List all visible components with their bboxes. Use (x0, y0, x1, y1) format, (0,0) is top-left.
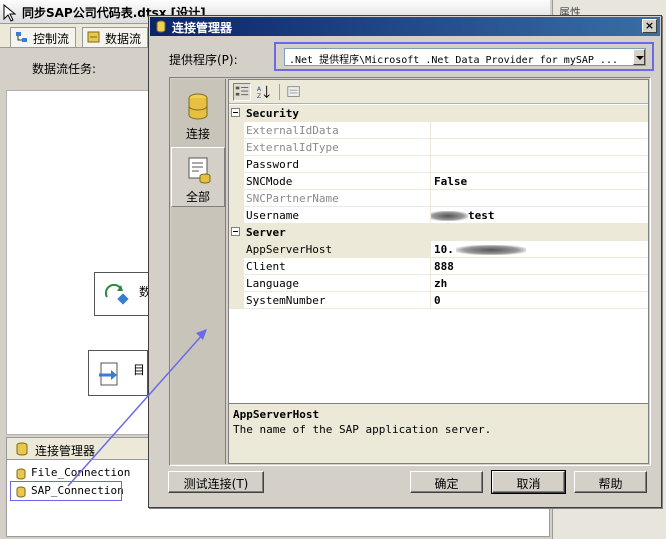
connection-item-file[interactable]: File_Connection (13, 466, 130, 482)
ok-button[interactable]: 确定 (410, 471, 483, 493)
cursor-icon (3, 4, 17, 22)
side-nav-all[interactable]: 全部 (171, 147, 225, 207)
description-text: The name of the SAP application server. (233, 423, 492, 436)
property-name: ExternalIdType (244, 139, 431, 156)
connection-manager-dialog: 连接管理器 × 提供程序(P): .Net 提供程序\Microsoft .Ne… (148, 15, 662, 508)
dialog-main-area: 连接 全部 AZ Security ExternalIdData Externa… (169, 77, 651, 466)
redacted-mark (455, 245, 526, 255)
property-grid: AZ Security ExternalIdData ExternalIdTyp… (228, 79, 649, 464)
property-name: Language (244, 275, 431, 292)
property-row[interactable]: AppServerHost 10. (229, 241, 648, 258)
property-name: Password (244, 156, 431, 173)
appserverhost-value-text: 10. (434, 243, 454, 256)
property-description: AppServerHost The name of the SAP applic… (229, 403, 648, 463)
category-security[interactable]: Security (229, 105, 648, 122)
tab-data-flow-label: 数据流 (105, 32, 142, 46)
property-row[interactable]: Username test (229, 207, 648, 224)
side-nav-connection-label: 连接 (185, 127, 210, 141)
property-row[interactable]: ExternalIdType (229, 139, 648, 156)
property-grid-toolbar: AZ (229, 80, 648, 104)
alphabetical-button[interactable]: AZ (255, 83, 273, 101)
property-name: AppServerHost (244, 241, 431, 258)
property-value[interactable]: 0 (431, 292, 648, 309)
canvas-node-destination-label: 目 (133, 363, 146, 377)
property-row[interactable]: SNCPartnerName (229, 190, 648, 207)
dialog-title-icon (156, 20, 166, 33)
destination-icon (99, 362, 118, 386)
property-row[interactable]: Client 888 (229, 258, 648, 275)
property-name: ExternalIdData (244, 122, 431, 139)
all-properties-icon (188, 157, 211, 184)
property-name: Client (244, 258, 431, 275)
property-value[interactable] (431, 190, 648, 207)
side-nav-connection[interactable]: 连接 (171, 85, 225, 145)
provider-select[interactable]: .Net 提供程序\Microsoft .Net Data Provider f… (284, 48, 646, 66)
provider-dropdown-button[interactable] (633, 49, 645, 65)
control-flow-icon (16, 32, 27, 42)
category-server[interactable]: Server (229, 224, 648, 241)
category-security-label: Security (246, 107, 299, 120)
property-value[interactable] (431, 139, 648, 156)
property-name: SystemNumber (244, 292, 431, 309)
property-value[interactable]: False (431, 173, 648, 190)
property-row[interactable]: SNCMode False (229, 173, 648, 190)
connection-item-file-label: File_Connection (31, 466, 131, 479)
property-value[interactable]: 888 (431, 258, 648, 275)
categorized-icon (235, 86, 249, 96)
property-row[interactable]: Password (229, 156, 648, 173)
property-value[interactable] (431, 122, 648, 139)
transform-icon (104, 283, 129, 305)
toolbar-separator (279, 84, 280, 100)
redacted-mark (431, 211, 468, 221)
file-connection-icon (16, 468, 26, 480)
property-pages-icon (287, 86, 300, 97)
sort-az-icon: AZ (257, 85, 270, 100)
property-value-appserverhost[interactable]: 10. (431, 241, 648, 258)
tab-data-flow[interactable]: 数据流 (82, 27, 149, 47)
side-nav: 连接 全部 (171, 79, 226, 464)
help-button[interactable]: 帮助 (574, 471, 647, 493)
username-value-text: test (468, 209, 495, 222)
canvas-node-data-flow[interactable]: 数 (94, 272, 154, 316)
tab-control-flow-label: 控制流 (33, 32, 70, 46)
property-row[interactable]: ExternalIdData (229, 122, 648, 139)
property-grid-rows: Security ExternalIdData ExternalIdType P… (229, 105, 648, 309)
dialog-close-button[interactable]: × (642, 19, 657, 33)
dialog-title: 连接管理器 (172, 21, 233, 35)
sap-connection-highlight (10, 481, 122, 501)
provider-label: 提供程序(P): (169, 53, 238, 67)
dialog-titlebar[interactable]: 连接管理器 × (150, 17, 660, 36)
svg-text:Z: Z (257, 93, 261, 100)
property-name: SNCMode (244, 173, 431, 190)
description-title: AppServerHost (233, 408, 320, 421)
property-name: Username (244, 207, 431, 224)
connection-manager-title: 连接管理器 (35, 444, 96, 458)
categorized-button[interactable] (233, 83, 251, 101)
connection-manager-icon (16, 442, 28, 456)
property-value[interactable] (431, 156, 648, 173)
property-value[interactable]: zh (431, 275, 648, 292)
data-flow-task-label: 数据流任务: (32, 62, 97, 76)
test-connection-button[interactable]: 测试连接(T) (168, 471, 264, 493)
property-name: SNCPartnerName (244, 190, 431, 207)
property-value-username[interactable]: test (431, 207, 648, 224)
canvas-node-destination[interactable]: 目 (88, 350, 148, 396)
property-row[interactable]: Language zh (229, 275, 648, 292)
tab-control-flow[interactable]: 控制流 (10, 27, 77, 47)
property-row[interactable]: SystemNumber 0 (229, 292, 648, 309)
collapse-server-icon[interactable] (231, 227, 240, 236)
data-flow-icon (87, 31, 100, 43)
cancel-button[interactable]: 取消 (491, 470, 566, 494)
side-nav-all-label: 全部 (185, 190, 210, 204)
svg-text:A: A (257, 86, 262, 93)
property-pages-button[interactable] (285, 83, 303, 101)
category-server-label: Server (246, 226, 286, 239)
database-icon (188, 93, 208, 120)
collapse-security-icon[interactable] (231, 108, 240, 117)
